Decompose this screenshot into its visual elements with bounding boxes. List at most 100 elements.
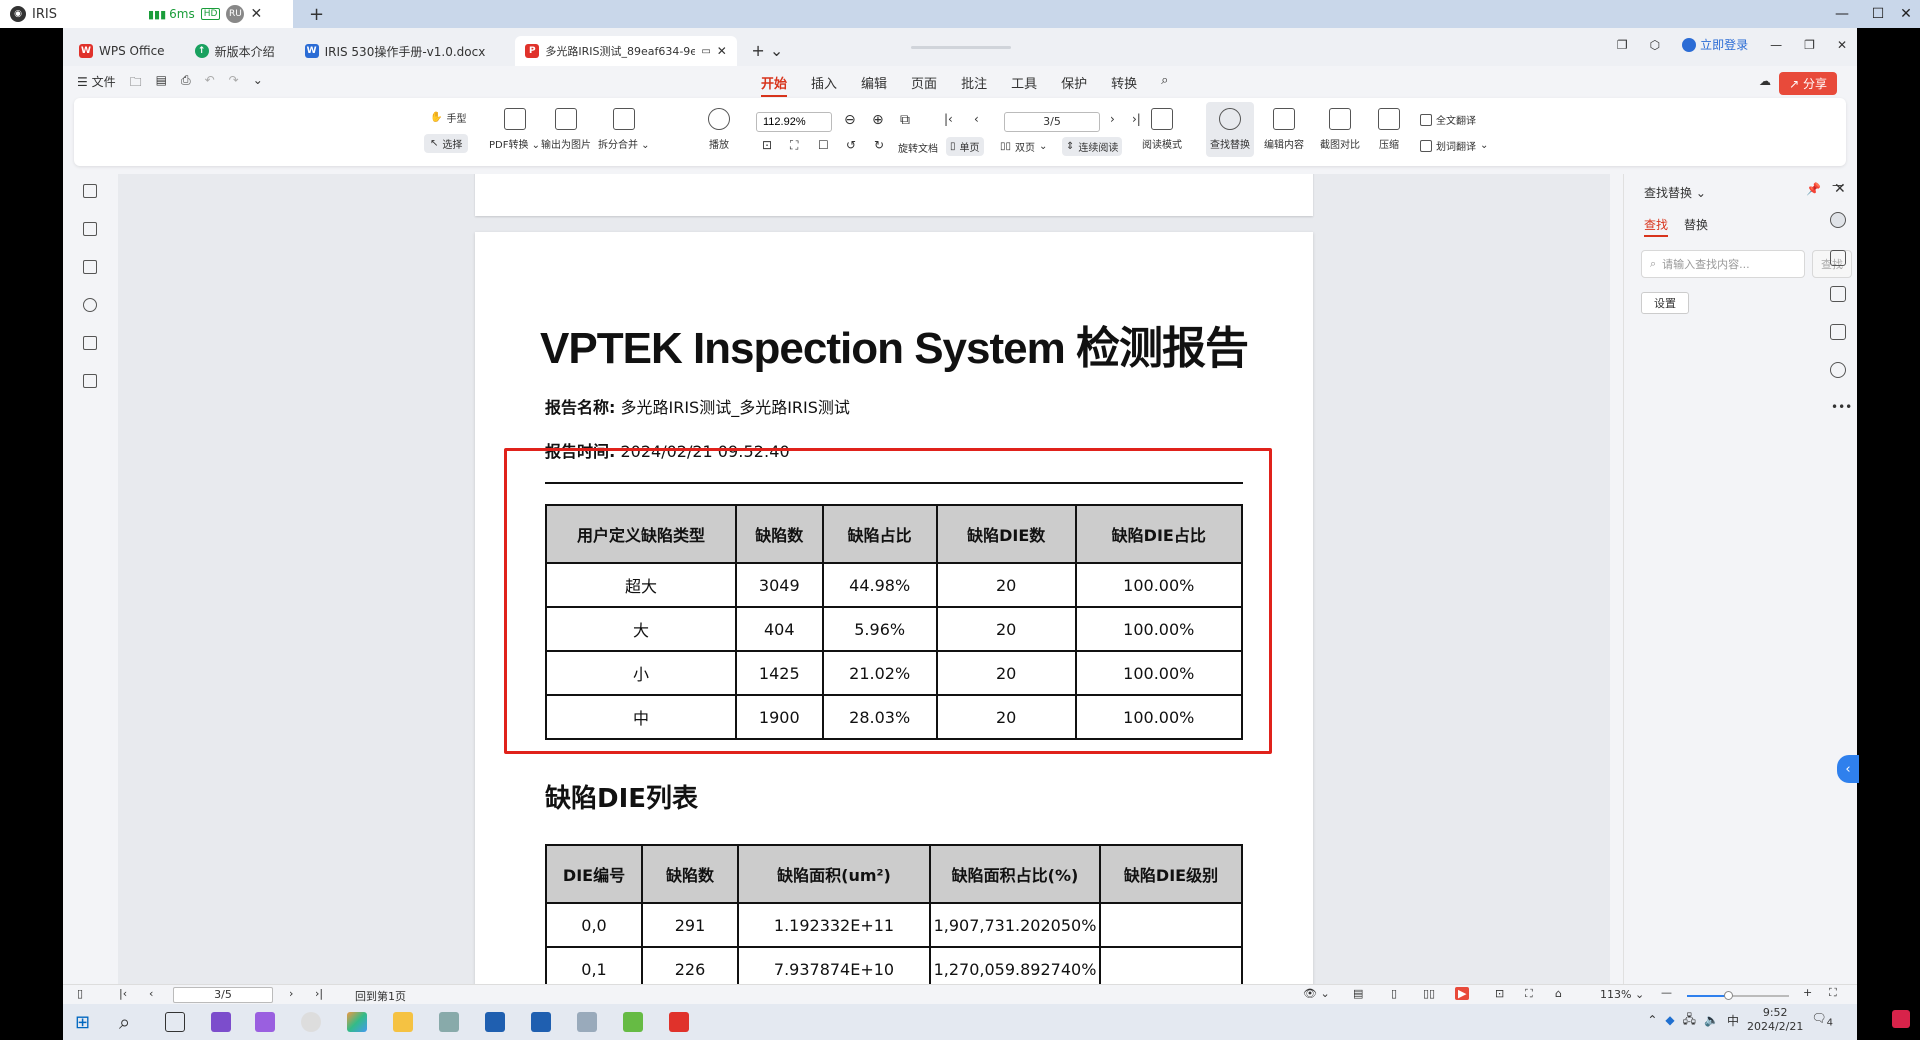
- hand-tool-button[interactable]: ✋ 手型: [430, 110, 466, 125]
- visual-studio-icon[interactable]: [211, 1012, 231, 1032]
- wps-taskbar-icon[interactable]: [669, 1012, 689, 1032]
- close-remote-tab-icon[interactable]: ✕: [250, 6, 262, 22]
- open-folder-icon[interactable]: 🗀: [130, 73, 142, 94]
- vis-app-2-icon[interactable]: [531, 1012, 551, 1032]
- rail-more-icon[interactable]: •••: [1831, 400, 1852, 414]
- search-icon[interactable]: ⌕: [1161, 73, 1168, 97]
- doc-app-icon[interactable]: [439, 1012, 459, 1032]
- rotate-doc-button[interactable]: 旋转文档: [898, 140, 938, 155]
- tab-home[interactable]: 开始: [761, 73, 788, 97]
- tab-new-version[interactable]: ↑ 新版本介绍: [185, 36, 285, 66]
- collapse-panel-button[interactable]: ‹: [1837, 755, 1859, 783]
- redo-icon[interactable]: ↷: [229, 73, 239, 94]
- remote-close-button[interactable]: ✕: [1890, 0, 1920, 28]
- chevron-down-icon[interactable]: ⌄: [253, 73, 263, 94]
- attachment-icon[interactable]: [83, 298, 97, 312]
- status-page-field[interactable]: 3/5: [173, 987, 273, 1003]
- eye-icon[interactable]: 👁 ⌄: [1303, 987, 1330, 1000]
- network-icon[interactable]: 🖧: [1683, 1010, 1696, 1031]
- fit-icon[interactable]: ⊡: [1495, 987, 1504, 1000]
- visual-studio-2-icon[interactable]: [255, 1012, 275, 1032]
- play-button[interactable]: 播放: [708, 108, 730, 151]
- tab-drag-handle[interactable]: [911, 46, 1011, 49]
- edit-content-button[interactable]: 编辑内容: [1264, 108, 1304, 151]
- tab-monitor-icon[interactable]: ▭: [701, 46, 710, 57]
- screenshot-compare-button[interactable]: 截图对比: [1320, 108, 1360, 151]
- last-page-icon[interactable]: ›|: [1132, 112, 1141, 126]
- tab-convert[interactable]: 转换: [1111, 73, 1137, 97]
- single-page-button[interactable]: ▯ 单页: [946, 137, 984, 156]
- close-button[interactable]: ✕: [1837, 38, 1847, 52]
- login-button[interactable]: 立即登录: [1682, 36, 1748, 53]
- first-page-icon[interactable]: |‹: [119, 987, 127, 1000]
- chart-app-icon[interactable]: [623, 1012, 643, 1032]
- rail-search-icon[interactable]: [1830, 212, 1846, 228]
- next-page-icon[interactable]: ›: [289, 987, 293, 1000]
- tray-chevron-icon[interactable]: ⌃: [1647, 1013, 1657, 1027]
- tool-app-icon[interactable]: [577, 1012, 597, 1032]
- tab-replace[interactable]: 替换: [1684, 216, 1708, 233]
- full-translate-button[interactable]: 全文翻译: [1420, 112, 1476, 127]
- minimize-button[interactable]: —: [1770, 38, 1782, 52]
- zoom-out-button[interactable]: —: [1661, 986, 1672, 999]
- bookmark-view-icon[interactable]: ⌂: [1555, 987, 1562, 1000]
- double-page-button[interactable]: ▯▯ 双页 ⌄: [1000, 139, 1047, 154]
- word-translate-button[interactable]: 划词翻译 ⌄: [1420, 138, 1488, 153]
- page-number-field[interactable]: 3/5: [1004, 112, 1100, 132]
- rail-translate-icon[interactable]: [1830, 250, 1846, 266]
- prev-page-icon[interactable]: ‹: [974, 112, 979, 126]
- add-tab-button[interactable]: + ⌄: [751, 41, 783, 60]
- restore-button[interactable]: ❐: [1804, 38, 1815, 52]
- single-view-icon[interactable]: ▯: [1391, 987, 1397, 1000]
- undo-icon[interactable]: ↶: [205, 73, 215, 94]
- prev-page-icon[interactable]: ‹: [149, 987, 153, 1000]
- cube-icon[interactable]: ⬡: [1650, 38, 1660, 52]
- tab-wps-office[interactable]: W WPS Office: [69, 36, 175, 66]
- file-menu[interactable]: ☰ 文件: [77, 73, 116, 94]
- zoom-level[interactable]: 113% ⌄: [1600, 988, 1644, 1001]
- rotate-left-icon[interactable]: ↺: [846, 138, 856, 152]
- ime-indicator[interactable]: 中: [1727, 1012, 1739, 1029]
- sidebar-toggle-icon[interactable]: ▯: [77, 987, 83, 1000]
- windows-start-icon[interactable]: ⊞: [75, 1012, 90, 1033]
- find-replace-button[interactable]: 查找替换: [1206, 102, 1254, 157]
- volume-icon[interactable]: 🔈: [1704, 1013, 1719, 1027]
- colorful-app-icon[interactable]: [347, 1012, 367, 1032]
- window-layout-icon[interactable]: ❐: [1617, 38, 1628, 52]
- compress-button[interactable]: 压缩: [1378, 108, 1400, 151]
- zoom-slider[interactable]: [1687, 991, 1789, 1000]
- zoom-select[interactable]: [756, 112, 832, 132]
- remote-corner-icon[interactable]: [1892, 1010, 1910, 1028]
- zoom-in-icon[interactable]: ⊕: [872, 112, 884, 128]
- layers-icon[interactable]: [83, 374, 97, 388]
- share-button[interactable]: ↗ 分享: [1779, 72, 1837, 95]
- cloud-icon[interactable]: ☁: [1759, 74, 1771, 88]
- print-icon[interactable]: ⎙: [181, 73, 191, 94]
- search-input[interactable]: ⌕ 请输入查找内容...: [1641, 250, 1805, 278]
- zoom-in-button[interactable]: +: [1803, 986, 1812, 999]
- zoom-slider-knob[interactable]: [1723, 991, 1733, 1000]
- export-image-button[interactable]: 输出为图片: [541, 108, 591, 151]
- bookmark-icon[interactable]: [83, 184, 97, 198]
- tab-tools[interactable]: 工具: [1011, 73, 1037, 97]
- rotate-right-icon[interactable]: ↻: [874, 138, 884, 152]
- tray-app-icon[interactable]: ◆: [1665, 1013, 1674, 1027]
- tab-annotate[interactable]: 批注: [961, 73, 987, 97]
- task-monitor-icon[interactable]: [165, 1012, 185, 1032]
- fit-page-icon[interactable]: ⛶: [790, 138, 798, 153]
- notification-icon[interactable]: 🗨4: [1811, 1011, 1833, 1028]
- rail-book-icon[interactable]: [1830, 324, 1846, 340]
- first-page-icon[interactable]: |‹: [944, 112, 953, 126]
- pdf-convert-button[interactable]: PDF转换 ⌄: [489, 108, 540, 151]
- zoom-out-icon[interactable]: ⊖: [844, 112, 856, 128]
- read-mode-button[interactable]: 阅读模式: [1142, 108, 1182, 151]
- select-tool-button[interactable]: ↖ 选择: [424, 134, 469, 153]
- split-merge-button[interactable]: 拆分合并 ⌄: [598, 108, 650, 151]
- find-panel-title[interactable]: 查找替换 ⌄: [1644, 184, 1706, 201]
- rail-help-icon[interactable]: [1830, 362, 1846, 378]
- continuous-view-icon[interactable]: ▤: [1353, 987, 1363, 1000]
- tab-page[interactable]: 页面: [911, 73, 937, 97]
- remote-minimize-button[interactable]: —: [1826, 0, 1858, 28]
- tab-insert[interactable]: 插入: [811, 73, 837, 97]
- file-explorer-icon[interactable]: [393, 1012, 413, 1032]
